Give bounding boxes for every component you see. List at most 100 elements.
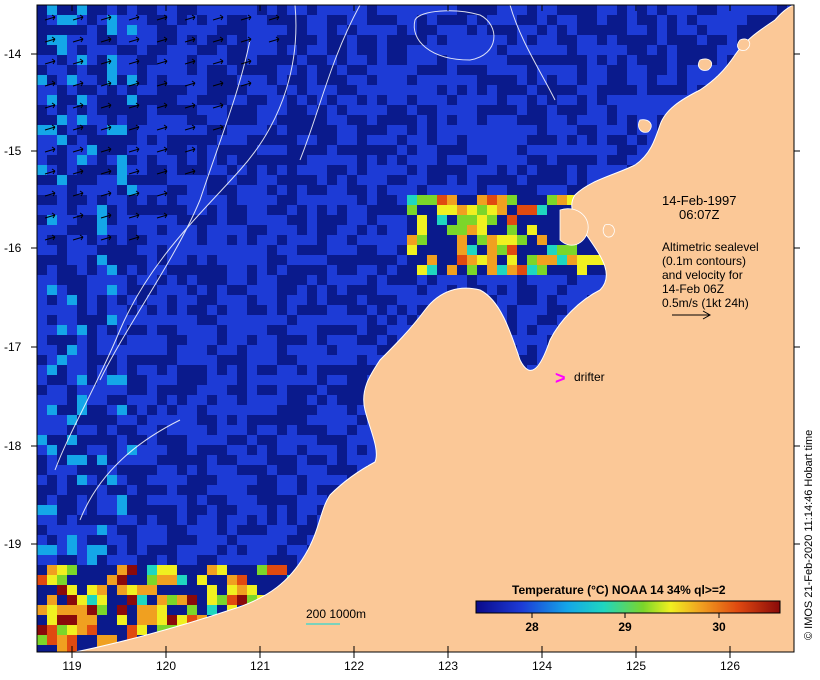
sst-cell — [507, 275, 517, 285]
sst-cell — [427, 75, 437, 85]
sst-cell — [617, 45, 627, 55]
sst-cell — [77, 355, 87, 365]
sst-cell — [717, 45, 727, 55]
sst-cell — [97, 595, 107, 605]
sst-cell — [67, 345, 77, 355]
sst-cell — [517, 265, 527, 275]
sst-cell — [57, 425, 67, 435]
sst-cell — [57, 315, 67, 325]
sst-cell — [507, 285, 517, 295]
colorbar-tick-label: 28 — [525, 620, 539, 634]
sst-cell — [557, 295, 567, 305]
sst-cell — [127, 5, 137, 15]
sst-cell — [277, 385, 287, 395]
sst-cell — [537, 265, 547, 275]
sst-cell — [167, 75, 177, 85]
sst-cell — [87, 105, 97, 115]
sst-cell — [557, 45, 567, 55]
sst-cell — [507, 295, 517, 305]
sst-cell — [107, 175, 117, 185]
sst-cell — [547, 145, 557, 155]
sst-cell — [297, 325, 307, 335]
sst-cell — [207, 365, 217, 375]
sst-cell — [187, 435, 197, 445]
sst-cell — [147, 445, 157, 455]
sst-cell — [57, 175, 67, 185]
sst-cell — [117, 85, 127, 95]
sst-cell — [167, 165, 177, 175]
sst-cell — [87, 195, 97, 205]
sst-cell — [337, 235, 347, 245]
sst-cell — [327, 275, 337, 285]
sst-cell — [377, 175, 387, 185]
sst-cell — [57, 545, 67, 555]
sst-cell — [627, 65, 637, 75]
sst-cell — [687, 65, 697, 75]
sst-cell — [47, 395, 57, 405]
sst-cell — [487, 185, 497, 195]
sst-cell — [97, 265, 107, 275]
sst-cell — [177, 95, 187, 105]
sst-cell — [237, 195, 247, 205]
sst-cell — [187, 15, 197, 25]
sst-cell — [67, 215, 77, 225]
lon-tick-label: 123 — [438, 659, 458, 673]
sst-cell — [267, 45, 277, 55]
sst-cell — [177, 475, 187, 485]
sst-cell — [347, 55, 357, 65]
sst-cell — [357, 455, 367, 465]
sst-cell — [677, 5, 687, 15]
sst-cell — [247, 205, 257, 215]
sst-cell — [447, 175, 457, 185]
sst-cell — [217, 435, 227, 445]
sst-cell — [187, 525, 197, 535]
sst-cell — [197, 355, 207, 365]
sst-cell — [67, 255, 77, 265]
sst-cell — [277, 505, 287, 515]
sst-cell — [157, 605, 167, 615]
sst-cell — [447, 275, 457, 285]
sst-cell — [367, 65, 377, 75]
sst-cell — [467, 185, 477, 195]
sst-cell — [107, 575, 117, 585]
sst-cell — [277, 535, 287, 545]
sst-cell — [117, 125, 127, 135]
sst-cell — [187, 295, 197, 305]
sst-cell — [197, 285, 207, 295]
sst-cell — [347, 345, 357, 355]
sst-cell — [657, 95, 667, 105]
sst-cell — [497, 65, 507, 75]
sst-cell — [277, 95, 287, 105]
sst-cell — [217, 5, 227, 15]
sst-cell — [167, 615, 177, 625]
sst-cell — [397, 165, 407, 175]
sst-cell — [647, 45, 657, 55]
sst-cell — [467, 265, 477, 275]
sst-cell — [227, 375, 237, 385]
sst-cell — [307, 225, 317, 235]
sst-cell — [557, 115, 567, 125]
sst-cell — [57, 465, 67, 475]
sst-cell — [227, 155, 237, 165]
sst-cell — [587, 145, 597, 155]
sst-cell — [307, 25, 317, 35]
sst-cell — [97, 495, 107, 505]
sst-cell — [447, 85, 457, 95]
sst-cell — [67, 125, 77, 135]
sst-cell — [107, 265, 117, 275]
sst-cell — [367, 155, 377, 165]
sst-cell — [667, 65, 677, 75]
sst-cell — [297, 455, 307, 465]
sst-cell — [117, 495, 127, 505]
sst-cell — [447, 65, 457, 75]
sst-cell — [577, 145, 587, 155]
sst-cell — [187, 355, 197, 365]
sst-cell — [427, 145, 437, 155]
sst-cell — [457, 225, 467, 235]
sst-cell — [337, 425, 347, 435]
sst-cell — [257, 85, 267, 95]
sst-cell — [527, 85, 537, 95]
sst-cell — [197, 65, 207, 75]
sst-cell — [127, 625, 137, 635]
sst-cell — [167, 115, 177, 125]
